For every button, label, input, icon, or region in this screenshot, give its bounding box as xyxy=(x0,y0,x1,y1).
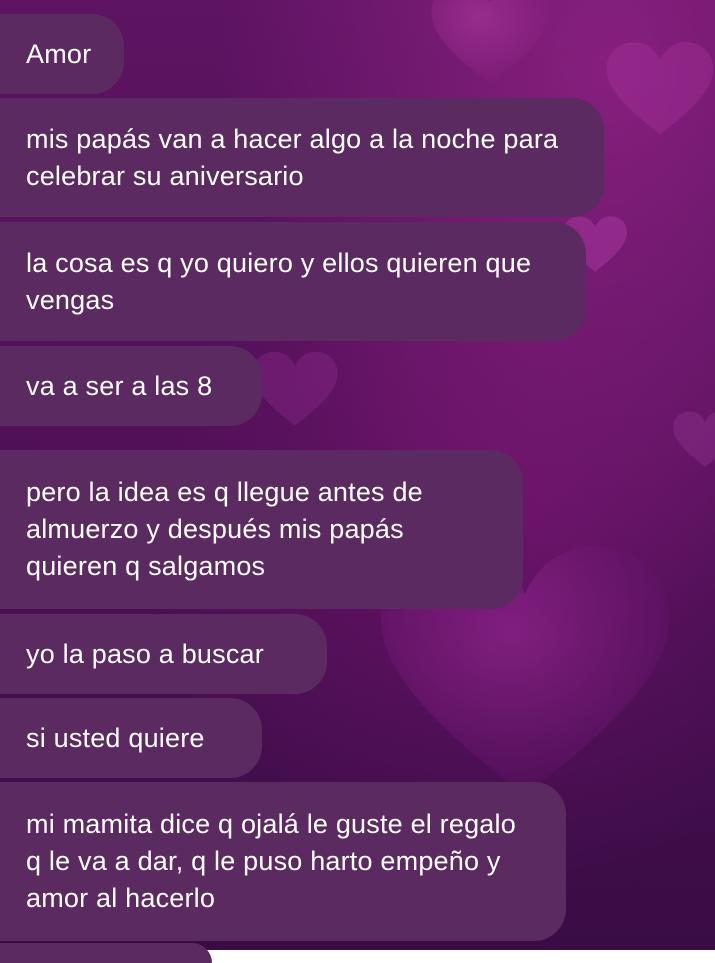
message-bubble[interactable]: mis papás van a hacer algo a la noche pa… xyxy=(0,98,604,217)
heart-decoration-icon xyxy=(673,411,715,467)
message-bubble[interactable]: la cosa es q yo quiero y ellos quieren q… xyxy=(0,222,586,341)
message-text: mi mamita dice q ojalá le guste el regal… xyxy=(26,809,516,913)
heart-decoration-icon xyxy=(252,351,338,426)
message-text: Amor xyxy=(26,38,92,69)
message-text: pero la idea es q llegue antes de almuer… xyxy=(26,477,423,581)
message-text: yo la paso a buscar xyxy=(26,638,264,669)
message-text: mis papás van a hacer algo a la noche pa… xyxy=(26,123,559,191)
heart-decoration-icon xyxy=(431,0,549,84)
message-bubble[interactable]: yo la paso a buscar xyxy=(0,614,327,694)
message-text: si usted quiere xyxy=(26,722,205,753)
message-bubble[interactable]: mi mamita dice q ojalá le guste el regal… xyxy=(0,782,566,941)
message-text: va a ser a las 8 xyxy=(26,370,213,401)
message-bubble[interactable]: va a ser a las 8 xyxy=(0,346,262,426)
message-bubble[interactable]: Amor xyxy=(0,14,124,94)
message-text: la cosa es q yo quiero y ellos quieren q… xyxy=(26,247,532,315)
heart-decoration-icon xyxy=(606,42,714,135)
message-bubble[interactable]: pero la idea es q llegue antes de almuer… xyxy=(0,450,523,609)
message-bubble[interactable]: si usted quiere xyxy=(0,698,262,778)
message-bubble-partial[interactable] xyxy=(0,943,212,963)
